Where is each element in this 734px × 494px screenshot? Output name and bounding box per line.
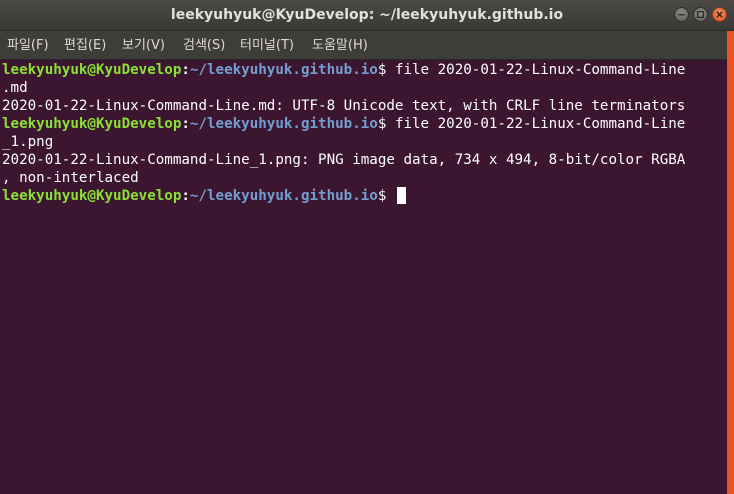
command-line: leekyuhyuk@KyuDevelop:~/leekyuhyuk.githu…	[2, 115, 727, 133]
command-text: file 2020-01-22-Linux-Command-Line	[394, 116, 686, 132]
text-cursor	[396, 187, 406, 204]
terminal-output[interactable]: leekyuhyuk@KyuDevelop:~/leekyuhyuk.githu…	[0, 60, 727, 494]
window-edge	[727, 31, 734, 494]
command-line: leekyuhyuk@KyuDevelop:~/leekyuhyuk.githu…	[2, 61, 727, 79]
prompt-colon: :	[181, 116, 190, 132]
output-line: 2020-01-22-Linux-Command-Line_1.png: PNG…	[2, 152, 686, 168]
prompt-user-host: leekyuhyuk@KyuDevelop	[2, 62, 182, 78]
prompt-dollar: $	[377, 116, 395, 132]
current-prompt-line: leekyuhyuk@KyuDevelop:~/leekyuhyuk.githu…	[2, 187, 727, 205]
window-title: leekyuhyuk@KyuDevelop: ~/leekyuhyuk.gith…	[170, 7, 564, 23]
prompt-colon: :	[181, 62, 190, 78]
close-button[interactable]	[712, 7, 727, 22]
output-line: 2020-01-22-Linux-Command-Line.md: UTF-8 …	[2, 98, 686, 114]
command-text: file 2020-01-22-Linux-Command-Line	[394, 62, 686, 78]
prompt-dollar: $	[377, 62, 395, 78]
output-line: .md	[2, 80, 28, 96]
menu-view[interactable]: 보기(V)	[122, 31, 165, 60]
minimize-button[interactable]	[674, 7, 689, 22]
prompt-user-host: leekyuhyuk@KyuDevelop	[2, 188, 182, 204]
prompt-path: ~/leekyuhyuk.github.io	[189, 62, 378, 78]
prompt-colon: :	[181, 188, 190, 204]
maximize-icon	[697, 11, 704, 18]
output-line: _1.png	[2, 134, 54, 150]
menu-help[interactable]: 도움말(H)	[312, 31, 368, 60]
prompt-path: ~/leekyuhyuk.github.io	[189, 116, 378, 132]
close-icon	[716, 11, 723, 18]
output-line: , non-interlaced	[2, 170, 139, 186]
prompt-user-host: leekyuhyuk@KyuDevelop	[2, 116, 182, 132]
minimize-icon	[678, 14, 685, 16]
prompt-path: ~/leekyuhyuk.github.io	[189, 188, 378, 204]
menu-search[interactable]: 검색(S)	[183, 31, 225, 60]
title-bar[interactable]: leekyuhyuk@KyuDevelop: ~/leekyuhyuk.gith…	[0, 0, 734, 31]
menu-terminal[interactable]: 터미널(T)	[240, 31, 294, 60]
terminal-window: leekyuhyuk@KyuDevelop: ~/leekyuhyuk.gith…	[0, 0, 734, 494]
menu-bar: 파일(F) 편집(E) 보기(V) 검색(S) 터미널(T) 도움말(H)	[0, 31, 734, 60]
maximize-button[interactable]	[693, 7, 708, 22]
menu-edit[interactable]: 편집(E)	[64, 31, 106, 60]
prompt-dollar: $	[377, 188, 395, 204]
menu-file[interactable]: 파일(F)	[7, 31, 49, 60]
